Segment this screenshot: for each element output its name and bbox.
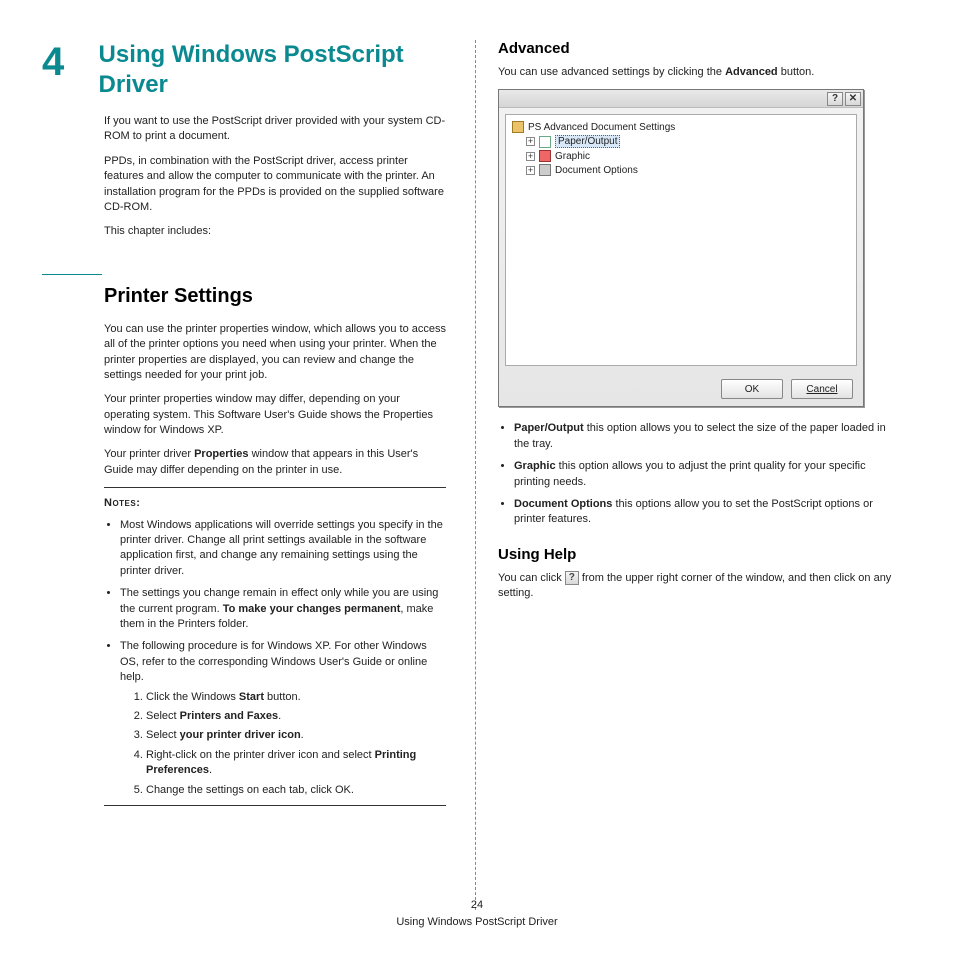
step-5: Change the settings on each tab, click O… xyxy=(146,783,446,798)
tree-graphic[interactable]: + Graphic xyxy=(526,150,850,162)
notes-rule-bottom xyxy=(104,805,446,806)
dialog-footer: OK Cancel xyxy=(499,372,863,406)
help-p: You can click ? from the upper right cor… xyxy=(498,571,902,602)
footer-title: Using Windows PostScript Driver xyxy=(0,914,954,931)
step-2: Select Printers and Faxes. xyxy=(146,709,446,724)
tree-paper-output[interactable]: + Paper/Output xyxy=(526,135,850,148)
page-number: 24 xyxy=(0,897,954,914)
ok-button[interactable]: OK xyxy=(721,379,783,399)
adv-bullet-graphic: Graphic this option allows you to adjust… xyxy=(514,459,902,490)
expand-icon[interactable]: + xyxy=(526,152,535,161)
tree-docopt-label: Document Options xyxy=(555,165,638,176)
chapter-header: 4 Using Windows PostScript Driver xyxy=(42,40,446,100)
notes-rule-top xyxy=(104,487,446,488)
chapter-number: 4 xyxy=(42,40,99,82)
dialog-body: PS Advanced Document Settings + Paper/Ou… xyxy=(505,114,857,366)
dialog-titlebar: ? ✕ xyxy=(499,90,863,108)
note-2: The settings you change remain in effect… xyxy=(120,586,446,632)
expand-icon[interactable]: + xyxy=(526,166,535,175)
paper-icon xyxy=(539,136,551,148)
expand-icon[interactable]: + xyxy=(526,137,535,146)
intro-p1: If you want to use the PostScript driver… xyxy=(104,114,446,145)
adv-bullet-docopt: Document Options this options allow you … xyxy=(514,497,902,528)
tree-root[interactable]: PS Advanced Document Settings xyxy=(512,121,850,133)
note-3: The following procedure is for Windows X… xyxy=(120,639,446,798)
tree-paper-label: Paper/Output xyxy=(555,135,620,148)
tree-document-options[interactable]: + Document Options xyxy=(526,164,850,176)
close-icon[interactable]: ✕ xyxy=(845,92,861,106)
column-divider xyxy=(475,40,476,910)
notes-list: Most Windows applications will override … xyxy=(104,518,446,798)
notes-label: Notes: xyxy=(104,496,446,511)
help-icon[interactable]: ? xyxy=(827,92,843,106)
help-icon: ? xyxy=(565,571,579,585)
steps-list: Click the Windows Start button. Select P… xyxy=(120,690,446,798)
printer-p2: Your printer properties window may diffe… xyxy=(104,392,446,438)
advanced-dialog: ? ✕ PS Advanced Document Settings + Pape… xyxy=(498,89,864,407)
chapter-title: Using Windows PostScript Driver xyxy=(99,40,446,100)
using-help-heading: Using Help xyxy=(498,546,902,563)
step-3: Select your printer driver icon. xyxy=(146,728,446,743)
adv-bullet-paper: Paper/Output this option allows you to s… xyxy=(514,421,902,452)
advanced-p1: You can use advanced settings by clickin… xyxy=(498,65,902,80)
printer-icon xyxy=(512,121,524,133)
cancel-button[interactable]: Cancel xyxy=(791,379,853,399)
right-column: Advanced You can use advanced settings b… xyxy=(472,40,902,890)
printer-settings-heading: Printer Settings xyxy=(104,285,446,308)
advanced-bullets: Paper/Output this option allows you to s… xyxy=(498,421,902,527)
tree-graphic-label: Graphic xyxy=(555,151,590,162)
step-1: Click the Windows Start button. xyxy=(146,690,446,705)
document-options-icon xyxy=(539,164,551,176)
page-footer: 24 Using Windows PostScript Driver xyxy=(0,897,954,930)
printer-p1: You can use the printer properties windo… xyxy=(104,322,446,384)
tree-root-label: PS Advanced Document Settings xyxy=(528,122,675,133)
section-rule xyxy=(42,274,102,275)
printer-p3: Your printer driver Properties window th… xyxy=(104,447,446,478)
advanced-heading: Advanced xyxy=(498,40,902,57)
intro-p2: PPDs, in combination with the PostScript… xyxy=(104,154,446,216)
intro-p3: This chapter includes: xyxy=(104,224,446,239)
left-column: 4 Using Windows PostScript Driver If you… xyxy=(42,40,472,890)
note-1: Most Windows applications will override … xyxy=(120,518,446,580)
step-4: Right-click on the printer driver icon a… xyxy=(146,748,446,779)
graphic-icon xyxy=(539,150,551,162)
